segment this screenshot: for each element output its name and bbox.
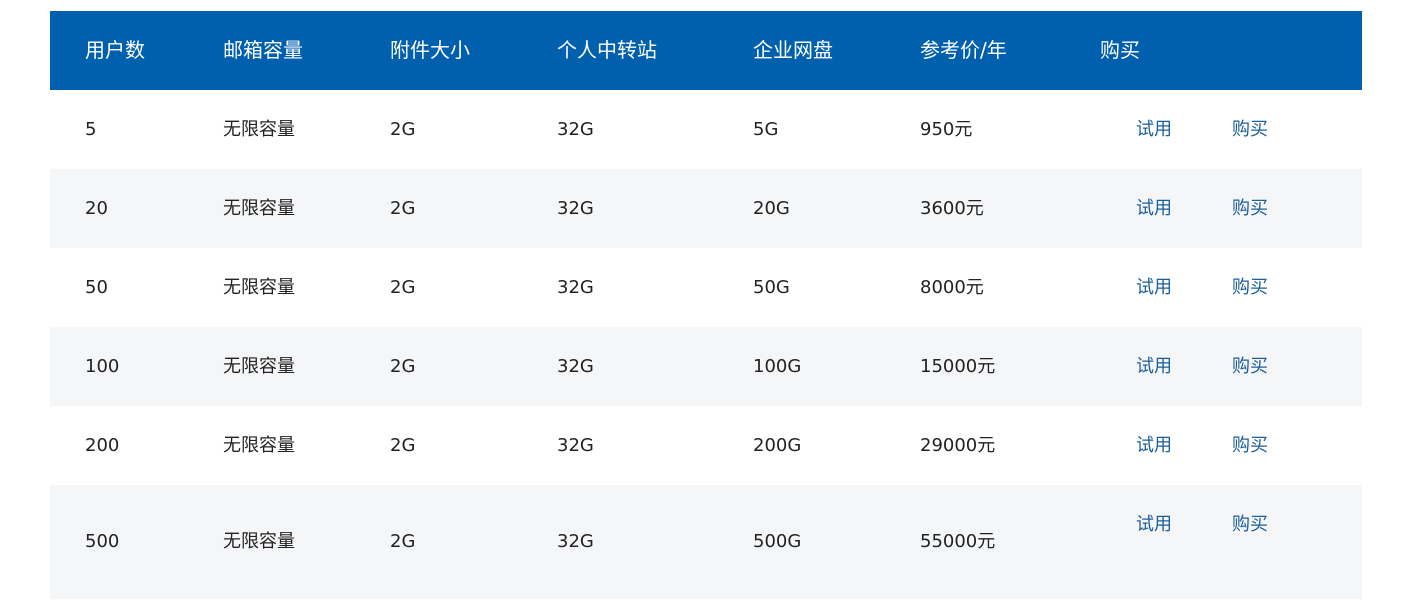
buy-link[interactable]: 购买 — [1232, 90, 1268, 169]
header-users: 用户数 — [85, 38, 145, 62]
trial-link[interactable]: 试用 — [1136, 485, 1172, 564]
cell-price: 3600元 — [920, 198, 984, 219]
trial-link[interactable]: 试用 — [1136, 406, 1172, 485]
table-row: 20 无限容量 2G 32G 20G 3600元 试用 购买 — [50, 169, 1362, 248]
table-row: 5 无限容量 2G 32G 5G 950元 试用 购买 — [50, 90, 1362, 169]
trial-link[interactable]: 试用 — [1136, 248, 1172, 327]
cell-mailbox-capacity: 无限容量 — [223, 119, 295, 140]
buy-link[interactable]: 购买 — [1232, 406, 1268, 485]
cell-mailbox-capacity: 无限容量 — [223, 435, 295, 456]
buy-link[interactable]: 购买 — [1232, 169, 1268, 248]
table-header: 用户数 邮箱容量 附件大小 个人中转站 企业网盘 参考价/年 购买 — [50, 11, 1362, 90]
pricing-table: 用户数 邮箱容量 附件大小 个人中转站 企业网盘 参考价/年 购买 5 无限容量… — [50, 11, 1362, 599]
cell-users: 50 — [85, 277, 108, 298]
cell-attachment-size: 2G — [390, 531, 416, 552]
buy-link[interactable]: 购买 — [1232, 327, 1268, 406]
cell-users: 100 — [85, 356, 120, 377]
cell-price: 950元 — [920, 119, 973, 140]
cell-personal-transfer: 32G — [557, 435, 594, 456]
cell-mailbox-capacity: 无限容量 — [223, 198, 295, 219]
buy-link[interactable]: 购买 — [1232, 485, 1268, 564]
table-row: 50 无限容量 2G 32G 50G 8000元 试用 购买 — [50, 248, 1362, 327]
cell-attachment-size: 2G — [390, 198, 416, 219]
trial-link[interactable]: 试用 — [1136, 169, 1172, 248]
cell-attachment-size: 2G — [390, 277, 416, 298]
cell-users: 500 — [85, 531, 120, 552]
cell-personal-transfer: 32G — [557, 356, 594, 377]
cell-enterprise-drive: 100G — [753, 356, 802, 377]
cell-price: 55000元 — [920, 531, 996, 552]
cell-personal-transfer: 32G — [557, 531, 594, 552]
cell-enterprise-drive: 5G — [753, 119, 779, 140]
cell-users: 20 — [85, 198, 108, 219]
cell-users: 200 — [85, 435, 120, 456]
cell-attachment-size: 2G — [390, 356, 416, 377]
cell-price: 15000元 — [920, 356, 996, 377]
header-attachment-size: 附件大小 — [390, 38, 470, 62]
cell-enterprise-drive: 500G — [753, 531, 802, 552]
header-mailbox-capacity: 邮箱容量 — [223, 38, 303, 62]
cell-mailbox-capacity: 无限容量 — [223, 531, 295, 552]
table-row: 200 无限容量 2G 32G 200G 29000元 试用 购买 — [50, 406, 1362, 485]
cell-mailbox-capacity: 无限容量 — [223, 356, 295, 377]
header-purchase: 购买 — [1100, 38, 1140, 62]
cell-attachment-size: 2G — [390, 435, 416, 456]
cell-mailbox-capacity: 无限容量 — [223, 277, 295, 298]
cell-personal-transfer: 32G — [557, 198, 594, 219]
trial-link[interactable]: 试用 — [1136, 90, 1172, 169]
header-price-per-year: 参考价/年 — [920, 38, 1007, 62]
table-row: 100 无限容量 2G 32G 100G 15000元 试用 购买 — [50, 327, 1362, 406]
buy-link[interactable]: 购买 — [1232, 248, 1268, 327]
cell-personal-transfer: 32G — [557, 277, 594, 298]
cell-personal-transfer: 32G — [557, 119, 594, 140]
trial-link[interactable]: 试用 — [1136, 327, 1172, 406]
header-enterprise-drive: 企业网盘 — [753, 38, 833, 62]
cell-enterprise-drive: 20G — [753, 198, 790, 219]
cell-price: 29000元 — [920, 435, 996, 456]
table-row: 500 无限容量 2G 32G 500G 55000元 试用 购买 — [50, 485, 1362, 599]
cell-users: 5 — [85, 119, 97, 140]
cell-attachment-size: 2G — [390, 119, 416, 140]
header-personal-transfer: 个人中转站 — [557, 38, 657, 62]
cell-enterprise-drive: 200G — [753, 435, 802, 456]
cell-enterprise-drive: 50G — [753, 277, 790, 298]
cell-price: 8000元 — [920, 277, 984, 298]
